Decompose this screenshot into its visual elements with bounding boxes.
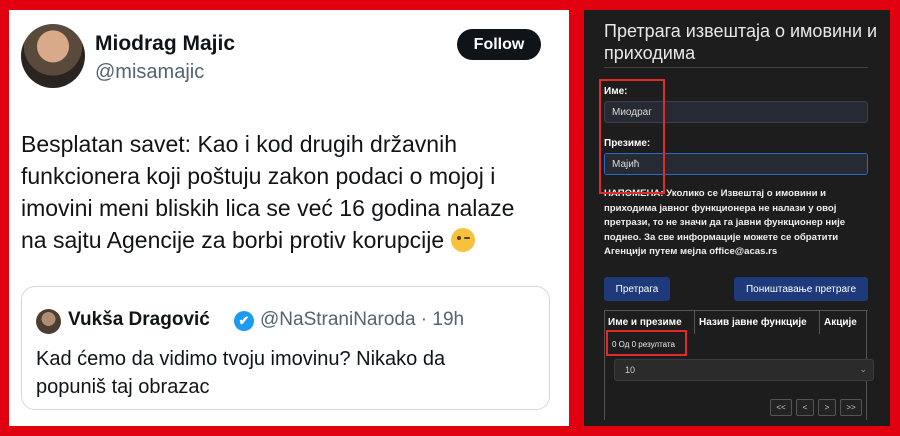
search-panel: Претрага извештаја о имовини и приходима… [584,10,890,426]
tweet-text-line: Besplatan savet: Kao i kod drugih državn… [21,131,457,157]
chevron-down-icon: ⌄ [859,364,867,374]
author-name[interactable]: Miodrag Majic [95,32,235,56]
quoted-author-handle: @NaStraniNaroda · 19h [260,309,465,330]
tweet-text-line-end: na sajtu Agencije za borbi protiv korupc… [21,227,445,253]
reset-search-button[interactable]: Поништавање претраге [734,277,868,301]
column-actions: Акције [824,317,857,328]
author-handle[interactable]: @misamajic [95,61,204,84]
follow-button[interactable]: Follow [457,29,541,60]
divider [604,67,868,68]
tweet-card: Miodrag Majic @misamajic Follow Besplata… [9,10,569,426]
highlight-name-fields [599,79,665,194]
search-button[interactable]: Претрага [604,277,670,301]
notice-text: НАПОМЕНА: Уколико се Извештај о имовини … [604,188,846,257]
quoted-text-line: popuniš taj obrazac [36,376,210,398]
tweet-text-line: imovini meni bliskih lica se već 16 godi… [21,195,515,221]
quoted-tweet[interactable]: Vukša Dragović ✔ @NaStraniNaroda · 19h K… [21,286,550,410]
winking-face-emoji-icon [450,228,475,252]
quoted-author-name: Vukša Dragović [68,309,210,330]
next-page-button[interactable]: > [818,399,836,416]
quoted-tweet-text: Kad ćemo da vidimo tvoju imovinu? Nikako… [36,345,536,401]
tweet-text: Besplatan savet: Kao i kod drugih državn… [21,128,561,256]
author-avatar[interactable] [21,24,85,88]
quoted-author-avatar [36,309,61,334]
last-page-button[interactable]: >> [840,399,862,416]
highlight-results-count [606,330,687,356]
verified-badge-icon: ✔ [234,311,254,331]
tweet-text-line: funkcionera koji poštuju zakon podaci o … [21,163,496,189]
page-size-value: 10 [625,365,636,375]
column-function[interactable]: Назив јавне функције [695,311,820,334]
first-page-button[interactable]: << [770,399,792,416]
quoted-text-line: Kad ćemo da vidimo tvoju imovinu? Nikako… [36,348,446,370]
page-title: Претрага извештаја о имовини и приходима [604,21,878,63]
tweet-text-line: na sajtu Agencije za borbi protiv korupc… [21,224,561,256]
prev-page-button[interactable]: < [796,399,814,416]
page-size-select[interactable]: 10 ⌄ [614,359,874,381]
